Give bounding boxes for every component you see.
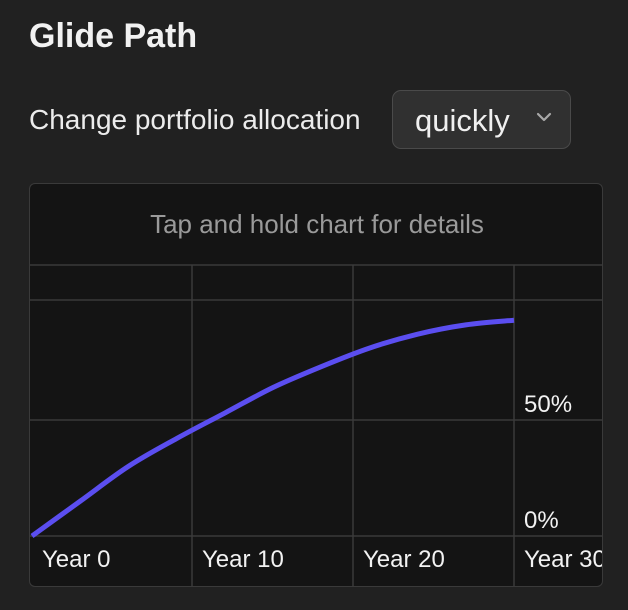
chart-tick-labels: 0% 50% Year 0 Year 10 Year 20 Year 30	[42, 391, 603, 573]
allocation-row: Change portfolio allocation quickly	[29, 90, 589, 150]
chevron-down-icon	[536, 112, 552, 122]
y-tick-label: 0%	[524, 507, 559, 534]
dropdown-selected-value: quickly	[415, 103, 510, 138]
chart-hint: Tap and hold chart for details	[150, 209, 484, 239]
chart-grid	[30, 264, 602, 586]
chart-canvas[interactable]: 0% 50% Year 0 Year 10 Year 20 Year 30	[30, 184, 603, 587]
x-tick-label: Year 0	[42, 546, 111, 573]
x-tick-label: Year 20	[363, 546, 445, 573]
y-tick-label: 50%	[524, 391, 572, 418]
chart-series	[30, 317, 515, 539]
allocation-label: Change portfolio allocation	[29, 104, 361, 135]
allocation-speed-dropdown[interactable]: quickly	[392, 90, 571, 149]
page-title: Glide Path	[29, 17, 198, 55]
glide-path-panel: Glide Path Change portfolio allocation q…	[0, 0, 628, 610]
glide-path-line	[30, 317, 515, 539]
x-tick-label: Year 10	[202, 546, 284, 573]
x-tick-label: Year 30	[524, 546, 603, 573]
glide-path-chart[interactable]: 0% 50% Year 0 Year 10 Year 20 Year 30 Tap and…	[29, 183, 603, 587]
